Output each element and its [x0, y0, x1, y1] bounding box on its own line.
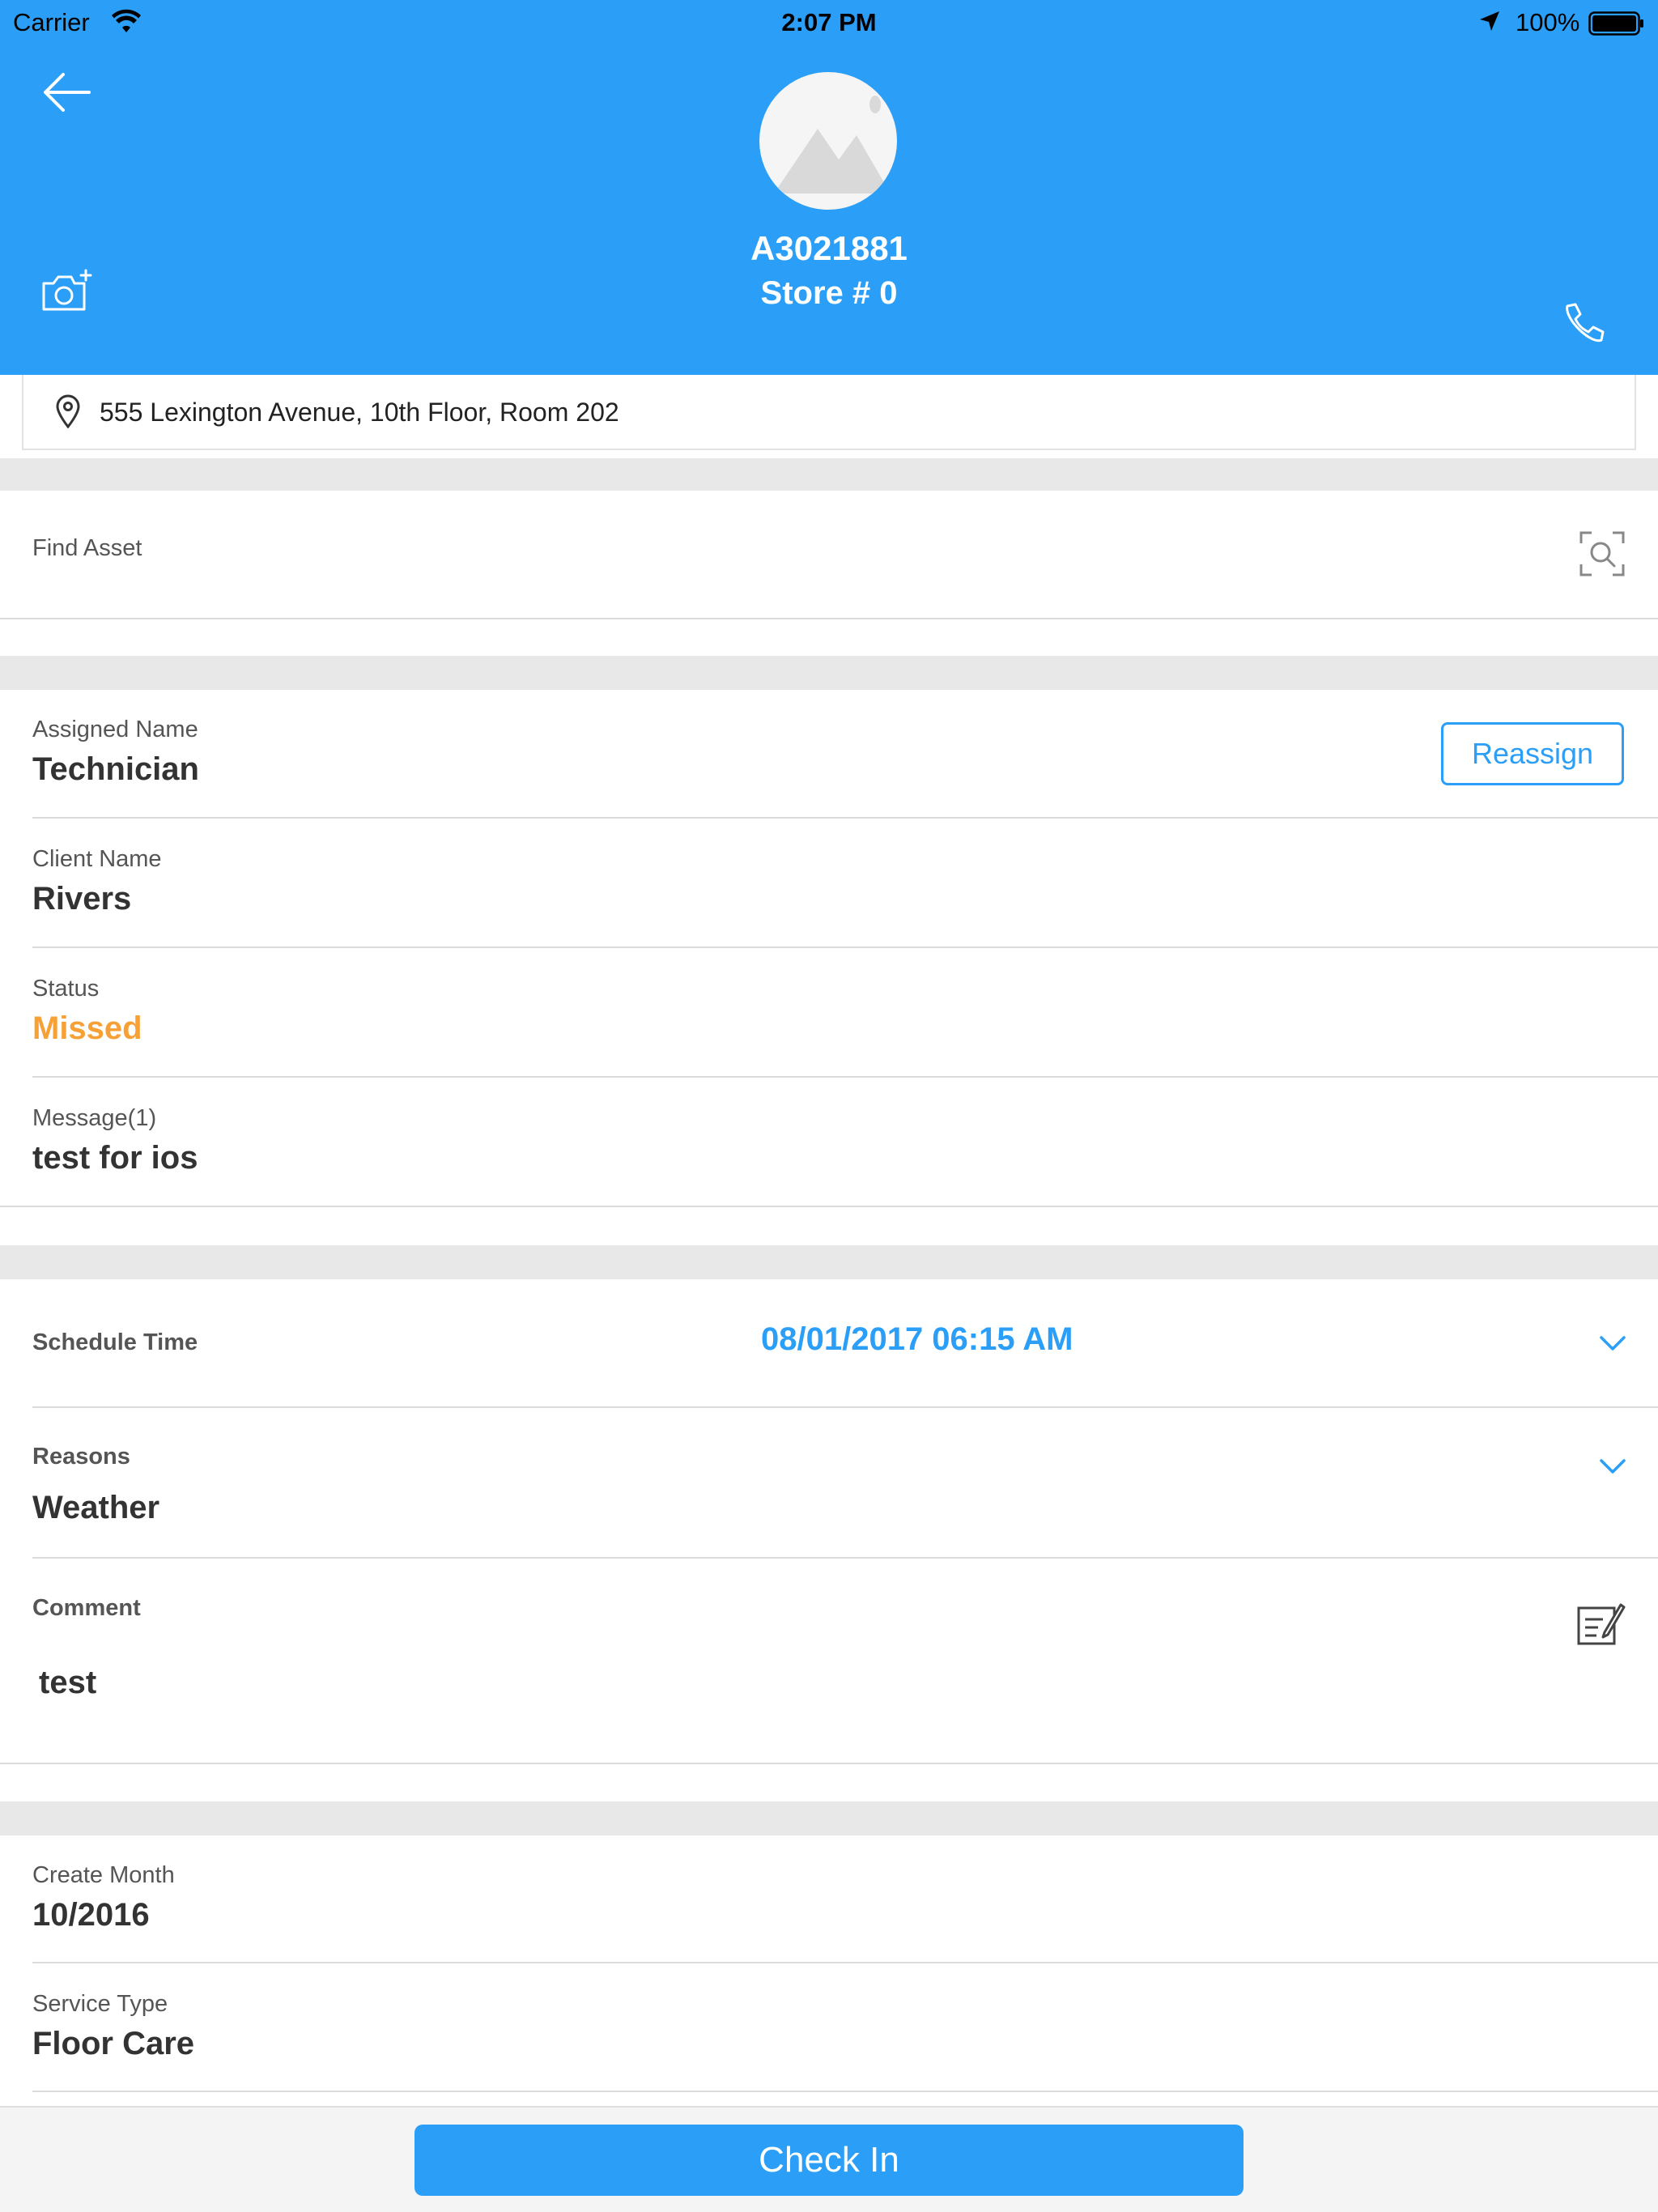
edit-note-icon[interactable] — [1575, 1600, 1626, 1647]
back-arrow-icon[interactable] — [39, 65, 97, 123]
bottom-action-bar: Check In — [0, 2106, 1658, 2212]
create-month-label: Create Month — [32, 1862, 175, 1888]
avatar[interactable] — [759, 72, 897, 210]
message-value[interactable]: test for ios — [32, 1140, 198, 1176]
client-name-value: Rivers — [32, 881, 132, 917]
section-divider — [0, 656, 1658, 690]
divider — [0, 1206, 1658, 1207]
chevron-down-icon[interactable] — [1596, 1454, 1629, 1477]
header: Carrier 2:07 PM 100% A3021881 Store # 0 — [0, 0, 1658, 375]
store-number: Store # 0 — [760, 275, 898, 311]
reassign-button[interactable]: Reassign — [1441, 722, 1624, 785]
section-divider — [0, 458, 1658, 491]
reasons-value: Weather — [32, 1490, 160, 1525]
location-arrow-icon — [1480, 11, 1499, 31]
assigned-name-value: Technician — [32, 751, 199, 787]
divider — [32, 1076, 1658, 1078]
divider — [32, 817, 1658, 819]
clock: 2:07 PM — [781, 8, 877, 36]
divider — [32, 946, 1658, 948]
camera-add-icon[interactable] — [39, 269, 94, 314]
work-order-id: A3021881 — [750, 229, 908, 267]
create-month-value: 10/2016 — [32, 1897, 150, 1933]
divider — [32, 2091, 1658, 2092]
find-asset-label: Find Asset — [32, 535, 142, 561]
assigned-name-label: Assigned Name — [32, 717, 198, 742]
check-in-button[interactable]: Check In — [414, 2125, 1244, 2196]
schedule-time-label: Schedule Time — [32, 1329, 198, 1355]
address-text: 555 Lexington Avenue, 10th Floor, Room 2… — [100, 398, 619, 427]
service-type-value: Floor Care — [32, 2026, 195, 2061]
image-placeholder-icon — [774, 96, 891, 194]
battery-percent: 100% — [1516, 8, 1580, 36]
divider — [0, 618, 1658, 619]
status-bar: Carrier 2:07 PM 100% — [0, 0, 1658, 45]
reasons-label: Reasons — [32, 1444, 130, 1470]
divider — [0, 1763, 1658, 1764]
client-name-label: Client Name — [32, 846, 162, 872]
reasons-row[interactable] — [0, 1408, 1658, 1557]
message-label: Message(1) — [32, 1105, 157, 1131]
comment-label: Comment — [32, 1595, 141, 1621]
find-asset-row[interactable] — [0, 491, 1658, 619]
location-pin-icon — [56, 394, 80, 428]
divider — [32, 1557, 1658, 1559]
status-value: Missed — [32, 1010, 142, 1046]
divider — [32, 1962, 1658, 1963]
service-type-label: Service Type — [32, 1991, 168, 2017]
phone-icon[interactable] — [1559, 301, 1605, 347]
battery-icon — [1588, 11, 1643, 36]
section-divider — [0, 1245, 1658, 1279]
status-label: Status — [32, 976, 100, 1002]
address-bar[interactable]: 555 Lexington Avenue, 10th Floor, Room 2… — [22, 375, 1636, 450]
chevron-down-icon[interactable] — [1596, 1331, 1629, 1354]
scan-search-icon[interactable] — [1579, 530, 1626, 577]
comment-value[interactable]: test — [39, 1665, 96, 1701]
schedule-time-value[interactable]: 08/01/2017 06:15 AM — [761, 1321, 1073, 1358]
section-divider — [0, 1802, 1658, 1836]
